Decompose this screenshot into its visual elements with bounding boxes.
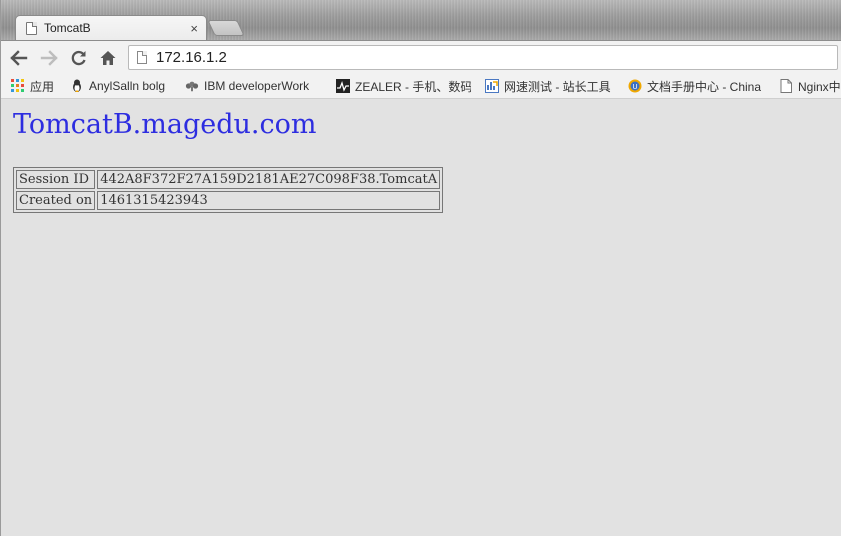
bookmark-ibm-developerworks[interactable]: IBM developerWork — [185, 77, 325, 95]
bookmark-label: 网速测试 - 站长工具 — [504, 79, 611, 94]
bookmark-label: 应用 — [30, 79, 55, 94]
zealer-icon — [336, 79, 350, 93]
reload-icon — [71, 50, 86, 66]
tab-strip: TomcatB × — [1, 0, 841, 40]
browser-window: TomcatB × 172.16.1.2 应用 AnylSalln bolg I… — [0, 0, 841, 536]
bookmark-speedtest[interactable]: 网速测试 - 站长工具 — [485, 77, 619, 95]
bookmark-label: 文档手册中心 - China — [647, 79, 762, 94]
created-on-value: 1461315423943 — [97, 191, 441, 210]
back-button[interactable] — [9, 48, 29, 68]
bookmark-nginx[interactable]: Nginx中 — [779, 77, 841, 95]
svg-text:U: U — [632, 83, 637, 91]
forward-button[interactable] — [39, 48, 59, 68]
apps-grid-icon — [11, 79, 25, 93]
reload-button[interactable] — [69, 48, 89, 68]
table-row: Session ID 442A8F372F27A159D2181AE27C098… — [16, 170, 441, 189]
table-row: Created on 1461315423943 — [16, 191, 441, 210]
bookmark-label: IBM developerWork — [204, 79, 310, 93]
created-on-label: Created on — [16, 191, 96, 210]
address-input[interactable]: 172.16.1.2 — [156, 49, 756, 66]
page-icon — [779, 79, 793, 93]
bookmarks-bar: 应用 AnylSalln bolg IBM developerWork ZEAL… — [1, 73, 841, 99]
tab-tomcatb[interactable]: TomcatB × — [15, 15, 207, 40]
bookmark-anylsalln-bolg[interactable]: AnylSalln bolg — [70, 77, 178, 95]
tab-content: TomcatB × — [26, 20, 198, 36]
session-table: Session ID 442A8F372F27A159D2181AE27C098… — [13, 167, 444, 213]
page-content: TomcatB.magedu.com Session ID 442A8F372F… — [1, 99, 841, 536]
docs-icon: U — [628, 79, 642, 93]
arrow-right-icon — [40, 50, 58, 66]
close-icon[interactable]: × — [190, 21, 198, 36]
home-button[interactable] — [98, 48, 118, 68]
speedtest-icon — [485, 79, 499, 93]
bookmark-docs-center[interactable]: U 文档手册中心 - China — [628, 77, 766, 95]
bookmark-zealer[interactable]: ZEALER - 手机、数码 — [336, 77, 471, 95]
page-title: TomcatB.magedu.com — [13, 109, 317, 140]
new-tab-button[interactable] — [207, 20, 245, 36]
tab-title: TomcatB — [44, 21, 91, 35]
page-icon — [137, 51, 147, 64]
penguin-icon — [70, 79, 84, 93]
toolbar: 172.16.1.2 — [1, 40, 841, 73]
bookmark-label: AnylSalln bolg — [89, 79, 166, 93]
ibm-icon — [185, 79, 199, 93]
bookmark-apps[interactable]: 应用 — [11, 77, 65, 95]
page-icon — [26, 21, 37, 35]
address-bar[interactable]: 172.16.1.2 — [128, 45, 838, 70]
bookmark-label: Nginx中 — [798, 79, 841, 94]
session-id-label: Session ID — [16, 170, 96, 189]
bookmark-label: ZEALER - 手机、数码 — [355, 79, 471, 94]
arrow-left-icon — [10, 50, 28, 66]
home-icon — [100, 51, 116, 65]
session-id-value: 442A8F372F27A159D2181AE27C098F38.TomcatA — [97, 170, 441, 189]
